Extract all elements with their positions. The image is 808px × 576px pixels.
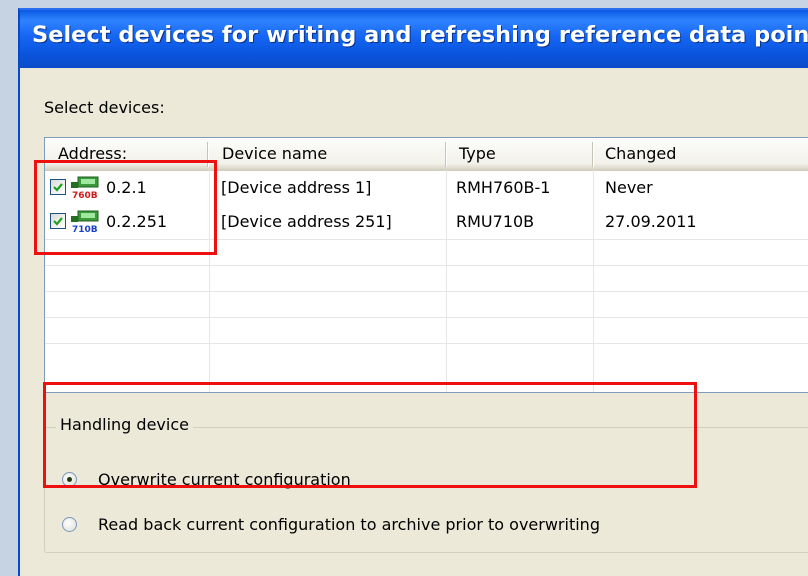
grid-line [45,343,808,344]
checkmark-icon [53,217,63,226]
dialog-client-area: Select devices: Address: Device name Typ… [20,68,808,576]
svg-text:710B: 710B [72,225,98,234]
device-name: [Device address 1] [221,178,372,197]
radio-dot-icon [67,477,72,482]
device-address: 0.2.251 [106,212,168,231]
row-checkbox[interactable] [50,213,66,229]
handling-device-title: Handling device [56,415,193,434]
row-checkbox[interactable] [50,179,66,195]
title-bar[interactable]: Select devices for writing and refreshin… [20,10,808,68]
grid-line [45,239,808,240]
radio-read-back-label[interactable]: Read back current configuration to archi… [98,514,600,536]
device-type: RMU710B [456,212,535,231]
device-address: 0.2.1 [106,178,147,197]
select-devices-label: Select devices: [44,98,165,117]
desktop-background [0,0,18,576]
radio-button[interactable] [62,517,77,532]
checkmark-icon [53,183,63,192]
grid-line [45,317,808,318]
table-row[interactable]: 710B 0.2.251 [Device address 251] RMU710… [45,205,808,239]
device-rmu710b-icon: 710B [71,210,99,234]
radio-read-back[interactable]: Read back current configuration to archi… [62,514,762,538]
devices-list[interactable]: Address: Device name Type Changed 760B 0… [44,137,808,393]
radio-overwrite-label[interactable]: Overwrite current configuration [98,469,351,491]
device-changed: Never [605,178,653,197]
grid-line [45,265,808,266]
radio-overwrite[interactable]: Overwrite current configuration [62,469,462,493]
column-header-device-name[interactable]: Device name [208,138,444,170]
device-changed: 27.09.2011 [605,212,697,231]
device-rmh760b-icon: 760B [71,176,99,200]
window-title: Select devices for writing and refreshin… [32,22,808,48]
column-header-address[interactable]: Address: [45,138,207,170]
list-header: Address: Device name Type Changed [45,138,808,171]
grid-line [45,291,808,292]
device-name: [Device address 251] [221,212,392,231]
svg-text:760B: 760B [72,191,98,200]
radio-button-selected[interactable] [62,472,77,487]
column-header-type[interactable]: Type [446,138,592,170]
column-header-changed[interactable]: Changed [593,138,808,170]
device-type: RMH760B-1 [456,178,551,197]
table-row[interactable]: 760B 0.2.1 [Device address 1] RMH760B-1 … [45,171,808,205]
dialog-window: Select devices for writing and refreshin… [18,8,808,576]
